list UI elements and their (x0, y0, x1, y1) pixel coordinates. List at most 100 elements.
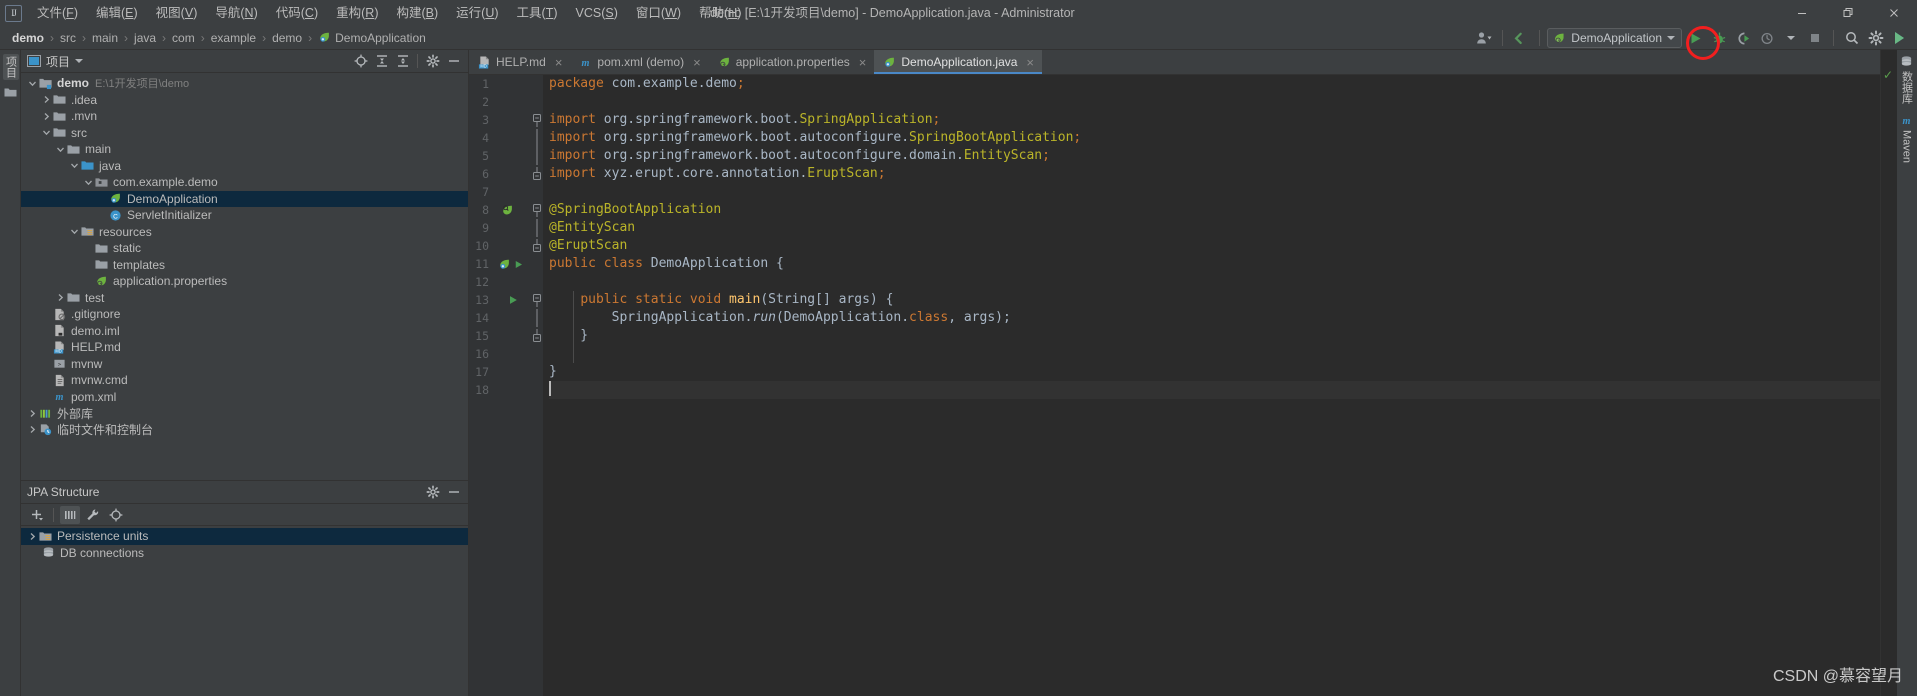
code-line[interactable]: import org.springframework.boot.autoconf… (549, 147, 1880, 165)
gutter-row[interactable]: 3 (469, 111, 531, 129)
tree-row[interactable]: main (21, 141, 468, 158)
menu-item[interactable]: 导航(N) (206, 3, 266, 23)
gutter-row[interactable]: 17 (469, 363, 531, 381)
gutter-row[interactable]: 13 (469, 291, 531, 309)
tree-row[interactable]: > mvnw (21, 356, 468, 373)
fold-marker[interactable] (531, 165, 543, 183)
hide-icon[interactable] (444, 483, 463, 502)
gutter-row[interactable]: 4 (469, 129, 531, 147)
tree-row[interactable]: mvnw.cmd (21, 372, 468, 389)
debug-button[interactable] (1708, 27, 1730, 49)
breadcrumb-item[interactable]: DemoApplication (314, 30, 430, 46)
tree-row[interactable]: .gitignore (21, 306, 468, 323)
list-item[interactable]: Persistence units (21, 528, 468, 545)
gutter-row[interactable]: 2 (469, 93, 531, 111)
close-icon[interactable] (1871, 0, 1917, 26)
expand-all-icon[interactable] (372, 52, 391, 71)
chevron-down-icon[interactable] (69, 226, 80, 237)
chevron-down-icon[interactable] (55, 144, 66, 155)
minimize-icon[interactable] (1779, 0, 1825, 26)
tree-row[interactable]: 外部库 (21, 405, 468, 422)
code-line[interactable]: SpringApplication.run(DemoApplication.cl… (549, 309, 1880, 327)
menu-item[interactable]: 视图(V) (147, 3, 207, 23)
tree-row[interactable]: test (21, 290, 468, 307)
code-line[interactable]: import xyz.erupt.core.annotation.EruptSc… (549, 165, 1880, 183)
code-line[interactable] (549, 381, 1880, 399)
close-icon[interactable]: × (555, 56, 563, 69)
close-icon[interactable]: × (693, 56, 701, 69)
chevron-down-icon[interactable] (75, 59, 84, 63)
ide-features-trainer-icon[interactable] (1889, 27, 1911, 49)
run-icon[interactable] (506, 293, 520, 307)
code-line[interactable]: import org.springframework.boot.autoconf… (549, 129, 1880, 147)
menu-item[interactable]: 文件(F) (28, 3, 87, 23)
menu-item[interactable]: 编辑(E) (87, 3, 147, 23)
chevron-right-icon[interactable] (27, 531, 38, 542)
update-project-icon[interactable] (1510, 27, 1532, 49)
gear-icon[interactable] (423, 52, 442, 71)
gutter-row[interactable]: 15 (469, 327, 531, 345)
locate-icon[interactable] (106, 506, 126, 524)
gear-icon[interactable] (423, 483, 442, 502)
columns-icon[interactable] (60, 505, 80, 524)
code-line[interactable]: public static void main(String[] args) { (549, 291, 1880, 309)
menu-item[interactable]: VCS(S) (567, 3, 627, 23)
chevron-down-icon[interactable] (27, 78, 38, 89)
fold-marker[interactable] (531, 237, 543, 255)
menu-item[interactable]: 窗口(W) (627, 3, 690, 23)
code-line[interactable]: package com.example.demo; (549, 75, 1880, 93)
menu-item[interactable]: 构建(B) (387, 3, 447, 23)
close-icon[interactable]: × (1026, 56, 1034, 69)
profiler-button[interactable] (1756, 27, 1778, 49)
user-avatar-icon[interactable] (1473, 27, 1495, 49)
locate-icon[interactable] (351, 52, 370, 71)
editor-tab[interactable]: DemoApplication.java × (874, 50, 1043, 74)
gutter-row[interactable]: 10 (469, 237, 531, 255)
code-line[interactable] (549, 345, 1880, 363)
collapse-all-icon[interactable] (393, 52, 412, 71)
project-panel-title-group[interactable]: 项目 (27, 53, 84, 70)
code-line[interactable]: import org.springframework.boot.SpringAp… (549, 111, 1880, 129)
breadcrumb-item[interactable]: demo (268, 30, 306, 46)
code-line[interactable] (549, 273, 1880, 291)
editor-tab[interactable]: application.properties × (709, 50, 875, 74)
gutter-row[interactable]: 14 (469, 309, 531, 327)
editor-fold-column[interactable] (531, 75, 543, 696)
chevron-right-icon[interactable] (27, 424, 38, 435)
chevron-down-icon[interactable] (83, 177, 94, 188)
gutter-row[interactable]: 16 (469, 345, 531, 363)
code-line[interactable] (549, 183, 1880, 201)
gutter-row[interactable]: 8 (469, 201, 531, 219)
code-line[interactable]: public class DemoApplication { (549, 255, 1880, 273)
code-line[interactable]: } (549, 327, 1880, 345)
editor-gutter[interactable]: 1 2 3 4 5 6 7 8 9 10 11 12 13 14 15 16 17 18 (469, 75, 531, 696)
gutter-row[interactable]: 11 (469, 255, 531, 273)
close-icon[interactable]: × (859, 56, 867, 69)
sidebar-item-project[interactable]: 项目 (2, 54, 19, 80)
tree-row[interactable]: com.example.demo (21, 174, 468, 191)
breadcrumb-item[interactable]: com (168, 30, 199, 46)
code-line[interactable] (549, 93, 1880, 111)
sidebar-item-database[interactable]: 数据库 (1899, 55, 1915, 104)
tree-row[interactable]: C ServletInitializer (21, 207, 468, 224)
chevron-right-icon[interactable] (27, 408, 38, 419)
folder-icon[interactable] (3, 85, 18, 100)
gear-icon[interactable] (1865, 27, 1887, 49)
menu-item[interactable]: 重构(R) (327, 3, 387, 23)
fold-marker[interactable] (531, 111, 543, 129)
code-line[interactable]: @EruptScan (549, 237, 1880, 255)
tree-row[interactable]: MD HELP.md (21, 339, 468, 356)
breadcrumb-item[interactable]: src (56, 30, 80, 46)
fold-marker[interactable] (531, 201, 543, 219)
tree-row[interactable]: application.properties (21, 273, 468, 290)
run-configuration-selector[interactable]: DemoApplication (1547, 28, 1682, 48)
editor-text[interactable]: package com.example.demo; import org.spr… (543, 75, 1880, 696)
gutter-row[interactable]: 7 (469, 183, 531, 201)
hide-icon[interactable] (444, 52, 463, 71)
editor-tab[interactable]: m pom.xml (demo) × (570, 50, 708, 74)
code-line[interactable]: } (549, 363, 1880, 381)
gutter-row[interactable]: 5 (469, 147, 531, 165)
tree-row[interactable]: java (21, 158, 468, 175)
editor-tab[interactable]: MD HELP.md × (469, 50, 570, 74)
breadcrumb-item[interactable]: java (130, 30, 160, 46)
